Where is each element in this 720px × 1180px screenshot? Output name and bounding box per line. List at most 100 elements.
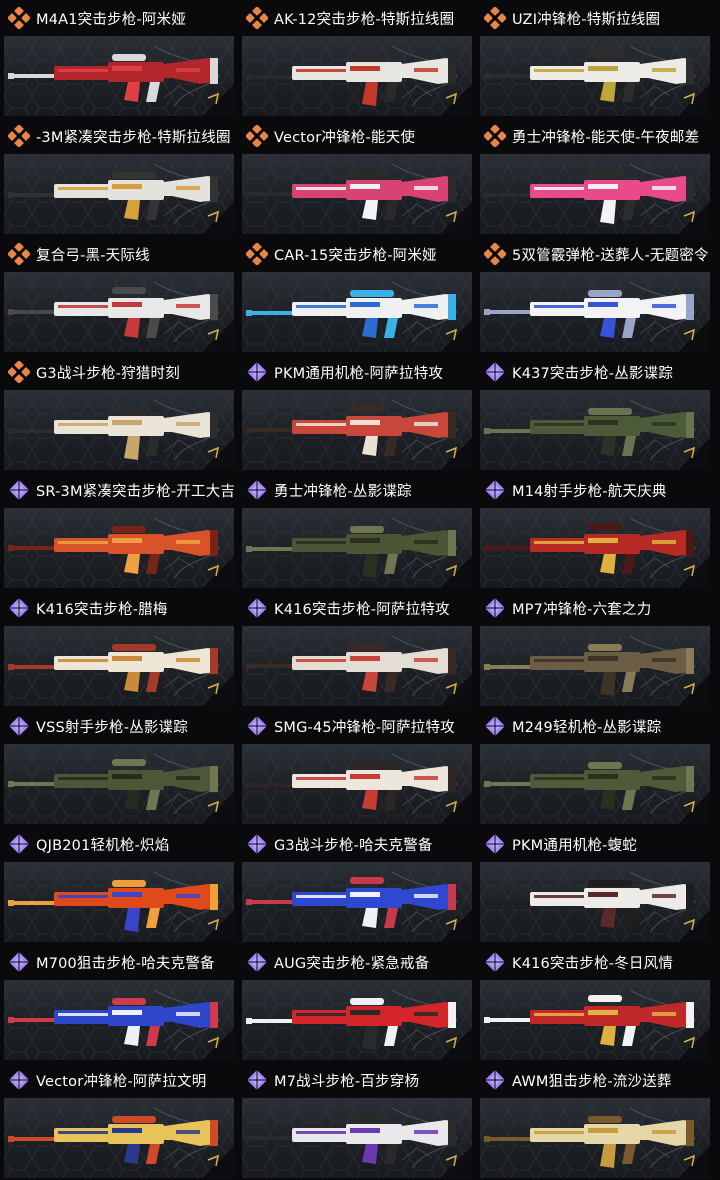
corner-badge-icon [678, 792, 710, 824]
weapon-skin-card[interactable]: M700狙击步枪-哈夫克警备 [0, 944, 234, 1060]
purple-diamond-icon [246, 361, 268, 383]
weapon-name: 勇士冲锋枪-丛影谍踪 [274, 483, 412, 500]
diamond-cluster-icon [8, 125, 30, 147]
corner-badge-icon [440, 1028, 472, 1060]
weapon-skin-card[interactable]: M7战斗步枪-百步穿杨 [238, 1062, 472, 1178]
weapon-skin-card[interactable]: AUG突击步枪-紧急戒备 [238, 944, 472, 1060]
weapon-preview[interactable] [4, 626, 234, 706]
weapon-preview[interactable] [4, 390, 234, 470]
weapon-name: Vector冲锋枪-阿萨拉文明 [36, 1073, 207, 1090]
weapon-preview[interactable] [480, 744, 710, 824]
weapon-skin-card[interactable]: 勇士冲锋枪-能天使-午夜邮差 [476, 118, 710, 234]
weapon-skin-card[interactable]: SMG-45冲锋枪-阿萨拉特攻 [238, 708, 472, 824]
weapon-skin-card[interactable]: CAR-15突击步枪-阿米娅 [238, 236, 472, 352]
weapon-skin-card[interactable]: AWM狙击步枪-流沙送葬 [476, 1062, 710, 1178]
weapon-preview[interactable] [242, 272, 472, 352]
weapon-preview[interactable] [242, 390, 472, 470]
weapon-skin-card[interactable]: -3M紧凑突击步枪-特斯拉线圈 [0, 118, 234, 234]
weapon-skin-card[interactable]: PKM通用机枪-蝮蛇 [476, 826, 710, 942]
weapon-skin-card[interactable]: VSS射手步枪-丛影谍踪 [0, 708, 234, 824]
weapon-skin-card[interactable]: M4A1突击步枪-阿米娅 [0, 0, 234, 116]
weapon-name: AWM狙击步枪-流沙送葬 [512, 1073, 672, 1090]
weapon-skin-card[interactable]: Vector冲锋枪-阿萨拉文明 [0, 1062, 234, 1178]
weapon-label-row: Vector冲锋枪-阿萨拉文明 [0, 1062, 234, 1098]
weapon-preview[interactable] [242, 744, 472, 824]
corner-badge-icon [440, 438, 472, 470]
weapon-preview[interactable] [4, 272, 234, 352]
weapon-skin-card[interactable]: M249轻机枪-丛影谍踪 [476, 708, 710, 824]
weapon-skin-card[interactable]: M14射手步枪-航天庆典 [476, 472, 710, 588]
weapon-name: 5双管霰弹枪-送葬人-无题密令 [512, 247, 709, 264]
weapon-skin-card[interactable]: SR-3M紧凑突击步枪-开工大吉 [0, 472, 234, 588]
purple-diamond-icon [8, 597, 30, 619]
corner-badge-icon [678, 1146, 710, 1178]
weapon-skin-card[interactable]: AK-12突击步枪-特斯拉线圈 [238, 0, 472, 116]
weapon-name: AK-12突击步枪-特斯拉线圈 [274, 11, 455, 28]
weapon-preview[interactable] [242, 508, 472, 588]
weapon-preview[interactable] [4, 36, 234, 116]
weapon-skin-card[interactable]: MP7冲锋枪-六套之力 [476, 590, 710, 706]
weapon-preview[interactable] [480, 862, 710, 942]
weapon-preview[interactable] [480, 626, 710, 706]
weapon-preview[interactable] [4, 862, 234, 942]
weapon-skin-card[interactable]: K437突击步枪-丛影谍踪 [476, 354, 710, 470]
weapon-skin-card[interactable]: G3战斗步枪-狩猎时刻 [0, 354, 234, 470]
weapon-label-row: M7战斗步枪-百步穿杨 [238, 1062, 472, 1098]
weapon-skin-card[interactable]: UZI冲锋枪-特斯拉线圈 [476, 0, 710, 116]
weapon-label-row: SR-3M紧凑突击步枪-开工大吉 [0, 472, 234, 508]
weapon-name: G3战斗步枪-狩猎时刻 [36, 365, 180, 382]
weapon-label-row: M14射手步枪-航天庆典 [476, 472, 710, 508]
diamond-cluster-icon [8, 361, 30, 383]
weapon-label-row: K437突击步枪-丛影谍踪 [476, 354, 710, 390]
corner-badge-icon [202, 438, 234, 470]
weapon-preview[interactable] [480, 272, 710, 352]
weapon-preview[interactable] [480, 508, 710, 588]
weapon-skin-card[interactable]: G3战斗步枪-哈夫克警备 [238, 826, 472, 942]
weapon-preview[interactable] [242, 980, 472, 1060]
corner-badge-icon [678, 438, 710, 470]
weapon-name: M700狙击步枪-哈夫克警备 [36, 955, 215, 972]
purple-diamond-icon [484, 833, 506, 855]
weapon-label-row: K416突击步枪-腊梅 [0, 590, 234, 626]
weapon-preview[interactable] [242, 36, 472, 116]
weapon-preview[interactable] [242, 154, 472, 234]
weapon-preview[interactable] [4, 508, 234, 588]
weapon-name: PKM通用机枪-阿萨拉特攻 [274, 365, 444, 382]
weapon-skin-grid: M4A1突击步枪-阿米娅 AK-12突击步枪-特斯拉线圈 UZI冲锋枪-特斯拉线圈 -… [0, 0, 720, 1180]
weapon-preview[interactable] [242, 862, 472, 942]
diamond-cluster-icon [484, 125, 506, 147]
weapon-skin-card[interactable]: K416突击步枪-阿萨拉特攻 [238, 590, 472, 706]
weapon-preview[interactable] [4, 154, 234, 234]
purple-diamond-icon [484, 479, 506, 501]
weapon-preview[interactable] [480, 36, 710, 116]
weapon-skin-card[interactable]: QJB201轻机枪-炽焰 [0, 826, 234, 942]
weapon-preview[interactable] [4, 980, 234, 1060]
weapon-label-row: 勇士冲锋枪-能天使-午夜邮差 [476, 118, 710, 154]
weapon-skin-card[interactable]: Vector冲锋枪-能天使 [238, 118, 472, 234]
weapon-preview[interactable] [480, 154, 710, 234]
weapon-name: K416突击步枪-阿萨拉特攻 [274, 601, 450, 618]
diamond-cluster-icon [484, 243, 506, 265]
weapon-skin-card[interactable]: PKM通用机枪-阿萨拉特攻 [238, 354, 472, 470]
purple-diamond-icon [484, 597, 506, 619]
diamond-cluster-icon [8, 7, 30, 29]
weapon-skin-card[interactable]: K416突击步枪-腊梅 [0, 590, 234, 706]
weapon-preview[interactable] [242, 1098, 472, 1178]
weapon-label-row: G3战斗步枪-狩猎时刻 [0, 354, 234, 390]
weapon-preview[interactable] [480, 980, 710, 1060]
weapon-preview[interactable] [480, 1098, 710, 1178]
weapon-skin-card[interactable]: 勇士冲锋枪-丛影谍踪 [238, 472, 472, 588]
weapon-label-row: 复合弓-黑-天际线 [0, 236, 234, 272]
weapon-preview[interactable] [242, 626, 472, 706]
corner-badge-icon [440, 556, 472, 588]
weapon-skin-card[interactable]: 5双管霰弹枪-送葬人-无题密令 [476, 236, 710, 352]
weapon-preview[interactable] [4, 1098, 234, 1178]
corner-badge-icon [440, 792, 472, 824]
weapon-skin-card[interactable]: 复合弓-黑-天际线 [0, 236, 234, 352]
corner-badge-icon [202, 320, 234, 352]
weapon-preview[interactable] [480, 390, 710, 470]
weapon-name: K416突击步枪-腊梅 [36, 601, 168, 618]
weapon-skin-card[interactable]: K416突击步枪-冬日风情 [476, 944, 710, 1060]
weapon-preview[interactable] [4, 744, 234, 824]
weapon-label-row: 5双管霰弹枪-送葬人-无题密令 [476, 236, 710, 272]
